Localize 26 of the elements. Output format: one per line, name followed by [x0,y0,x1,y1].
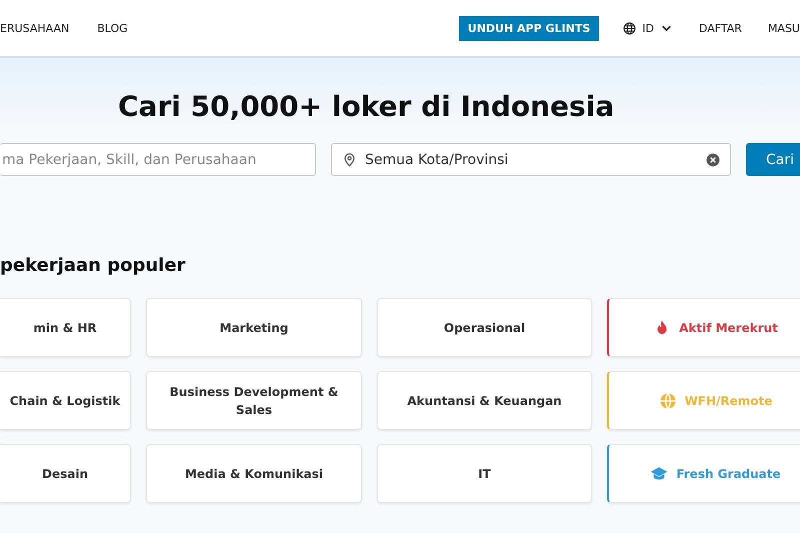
nav-link[interactable]: DAFTAR [698,22,742,34]
nav-link[interactable]: MASU [768,22,800,34]
graduation-cap-icon [650,464,668,482]
nav-link[interactable]: ERUSAHAAN [0,22,70,34]
category-card[interactable]: Chain & Logistik [0,371,131,430]
location-pin-icon [342,152,357,167]
category-card[interactable]: IT [377,444,592,503]
category-card[interactable]: Akuntansi & Keuangan [377,371,592,430]
category-card[interactable]: Marketing [146,298,362,357]
download-app-button[interactable]: UNDUH APP GLINTS [458,16,600,40]
category-card[interactable]: Operasional [377,298,592,357]
keyword-search-field[interactable]: ma Pekerjaan, Skill, dan Perusahaan [0,143,316,176]
language-selector[interactable]: ID [623,22,673,34]
location-field[interactable]: Semua Kota/Provinsi [330,143,731,176]
category-card[interactable]: min & HR [0,298,131,357]
category-card[interactable]: Media & Komunikasi [146,444,362,503]
category-card[interactable]: Aktif Merekrut [607,298,800,357]
category-card[interactable]: Business Development & Sales [146,371,362,430]
clear-icon [706,152,720,166]
globe-icon [623,22,636,34]
search-button[interactable]: Cari [746,143,800,176]
category-card[interactable]: Desain [0,444,131,503]
nav-link[interactable]: BLOG [97,22,128,34]
hero-title: Cari 50,000+ loker di Indonesia [118,90,616,123]
section-title: pekerjaan populer [0,255,186,276]
globe-icon [658,392,677,410]
